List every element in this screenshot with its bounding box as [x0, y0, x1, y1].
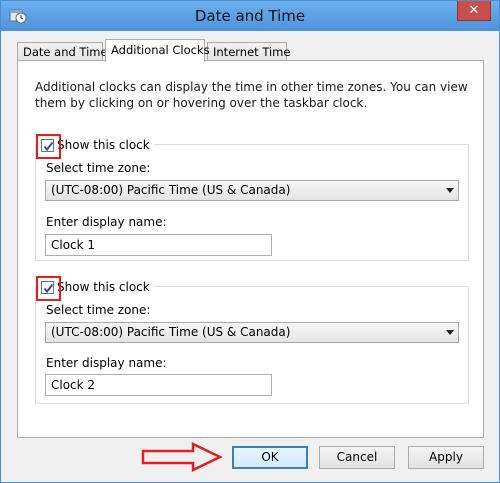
cancel-button[interactable]: Cancel — [319, 446, 395, 469]
show-clock-1-label: Show this clock — [57, 138, 150, 152]
clock-2-timezone-select[interactable]: (UTC-08:00) Pacific Time (US & Canada) — [45, 322, 459, 343]
arrow-annotation-icon — [141, 442, 223, 472]
close-button[interactable]: ✕ — [457, 1, 491, 21]
clock-1-name-label: Enter display name: — [46, 215, 167, 229]
tab-additional-clocks[interactable]: Additional Clocks — [105, 39, 210, 62]
clock-1-legend: Show this clock — [36, 133, 154, 159]
show-clock-2-label: Show this clock — [57, 280, 150, 294]
date-time-dialog: Date and Time ✕ Date and Time Additional… — [0, 0, 500, 483]
window-title: Date and Time — [194, 7, 306, 25]
highlight-annotation — [36, 275, 61, 301]
clock-1-group: Show this clock Select time zone: (UTC-0… — [35, 133, 469, 261]
tab-internet-time[interactable]: Internet Time — [207, 42, 290, 61]
clock-1-display-name-input[interactable]: Clock 1 — [45, 234, 272, 256]
chevron-down-icon — [446, 330, 454, 335]
tab-date-and-time[interactable]: Date and Time — [17, 42, 108, 61]
show-clock-2-checkbox[interactable] — [36, 275, 61, 301]
clock-1-timezone-label: Select time zone: — [46, 161, 151, 175]
clock-1-timezone-value: (UTC-08:00) Pacific Time (US & Canada) — [51, 183, 291, 197]
highlight-annotation — [36, 133, 61, 159]
chevron-down-icon — [446, 188, 454, 193]
clock-2-timezone-label: Select time zone: — [46, 303, 151, 317]
clock-1-timezone-select[interactable]: (UTC-08:00) Pacific Time (US & Canada) — [45, 180, 459, 201]
clock-2-group: Show this clock Select time zone: (UTC-0… — [35, 275, 469, 404]
title-bar[interactable]: Date and Time ✕ — [1, 1, 499, 31]
show-clock-1-checkbox[interactable] — [36, 133, 61, 159]
apply-button[interactable]: Apply — [408, 446, 484, 469]
ok-button[interactable]: OK — [232, 446, 308, 469]
clock-2-legend: Show this clock — [36, 275, 154, 301]
intro-text: Additional clocks can display the time i… — [35, 80, 468, 110]
clock-2-timezone-value: (UTC-08:00) Pacific Time (US & Canada) — [51, 325, 291, 339]
clock-2-display-name-input[interactable]: Clock 2 — [45, 374, 272, 396]
clock-2-name-label: Enter display name: — [46, 356, 167, 370]
tab-panel: Additional clocks can display the time i… — [17, 60, 484, 438]
